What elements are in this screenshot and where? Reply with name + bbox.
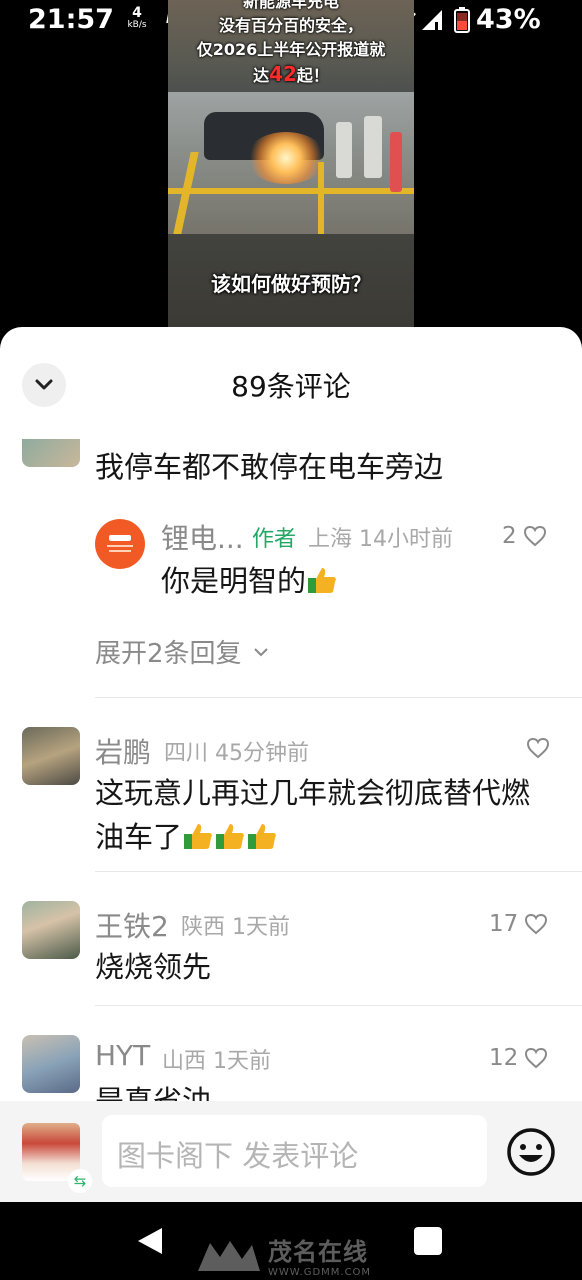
watermark-url: WWW.GDMM.COM: [268, 1267, 372, 1278]
comment-text-line1: 这玩意儿再过几年就会彻底替代燃: [95, 776, 531, 810]
swap-icon[interactable]: ⇆: [68, 1169, 92, 1193]
comment-text-line2: 油车了: [95, 815, 530, 859]
comment-text: 烧烧领先: [95, 950, 212, 984]
avatar[interactable]: [22, 727, 80, 785]
like-count: 17: [489, 911, 519, 937]
like-count: 12: [489, 1045, 519, 1071]
like-button[interactable]: 17: [489, 911, 548, 937]
reply-text: 你是明智的: [161, 559, 338, 603]
comment-time: 45分钟前: [215, 741, 310, 766]
heart-icon: [523, 525, 546, 547]
heart-icon: [525, 913, 548, 935]
caption-prefix: 达: [253, 66, 270, 85]
comment-text: 我停车都不敢停在电车旁边: [95, 450, 444, 484]
recents-icon[interactable]: [414, 1227, 442, 1255]
reply-text-content: 你是明智的: [161, 564, 307, 598]
comments-sheet: 89条评论 我停车都不敢停在电车旁边 锂电... 作者 上海 14小时前 2 你…: [0, 327, 582, 1202]
comment-text-line2-content: 油车了: [95, 820, 183, 854]
video-caption-bottom: 该如何做好预防？: [211, 272, 371, 296]
comment-input-bar: ⇆ 图卡阁下 发表评论: [0, 1101, 582, 1202]
logo-icon: [107, 535, 133, 552]
comments-count-title: 89条评论: [231, 370, 351, 403]
battery-percent: 43%: [476, 4, 541, 35]
like-count: 2: [502, 523, 517, 549]
comment-input[interactable]: 图卡阁下 发表评论: [102, 1115, 487, 1187]
video-caption-line1: 新能源车充电: [242, 0, 339, 11]
comment-meta: 四川 45分钟前: [164, 735, 309, 767]
like-button[interactable]: 2: [502, 523, 547, 549]
comment-text: 是真省油: [95, 1084, 212, 1101]
caption-suffix: 起！: [296, 66, 329, 85]
comment-location: 上海: [308, 527, 353, 552]
expand-replies-button[interactable]: 展开2条回复: [95, 633, 270, 670]
avatar[interactable]: [22, 1035, 80, 1093]
network-speed: 4 kB/s: [124, 6, 150, 30]
caption-highlight-number: 42: [269, 62, 297, 86]
system-nav-bar: 茂名在线 WWW.GDMM.COM: [0, 1202, 582, 1280]
comment-location: 陕西: [181, 915, 226, 940]
video-preview[interactable]: 新能源车充电 没有百分百的安全， 仅2026上半年公开报道就 达42起！ 该如何…: [168, 0, 414, 330]
watermark: 茂名在线 WWW.GDMM.COM: [196, 1232, 371, 1278]
divider: [95, 697, 582, 698]
back-icon[interactable]: [136, 1226, 164, 1256]
smile-icon[interactable]: [506, 1127, 556, 1177]
comment-username[interactable]: HYT: [95, 1039, 150, 1072]
author-avatar[interactable]: [95, 519, 145, 569]
video-caption-line3: 仅2026上半年公开报道就: [196, 40, 386, 59]
video-caption-line4: 达42起！: [168, 62, 414, 88]
comment-meta: 山西 1天前: [162, 1043, 271, 1075]
heart-icon: [526, 737, 550, 759]
expand-replies-label: 展开2条回复: [95, 639, 242, 669]
watermark-logo-icon: [198, 1241, 260, 1271]
divider: [95, 871, 582, 872]
thumbs-up-emoji: [308, 568, 336, 593]
heart-icon: [525, 1047, 548, 1069]
comment-time: 1天前: [232, 915, 291, 940]
comment-location: 四川: [164, 741, 209, 766]
watermark-title: 茂名在线: [268, 1238, 368, 1266]
thumbs-up-emoji: [184, 824, 212, 849]
thumbs-up-emoji: [248, 824, 276, 849]
like-button[interactable]: [526, 737, 550, 759]
comment-text: 这玩意儿再过几年就会彻底替代燃 油车了: [95, 771, 530, 859]
comment-list[interactable]: 我停车都不敢停在电车旁边 锂电... 作者 上海 14小时前 2 你是明智的 展…: [0, 439, 582, 1101]
status-time: 21:57: [28, 4, 114, 35]
divider: [95, 1005, 582, 1006]
comment-time: 14小时前: [359, 527, 454, 552]
comment-username[interactable]: 岩鹏: [95, 731, 151, 771]
comment-meta: 陕西 1天前: [181, 909, 290, 941]
chevron-down-icon: [253, 647, 268, 656]
fire: [246, 132, 326, 184]
like-button[interactable]: 12: [489, 1045, 548, 1071]
signal-icon: [422, 10, 442, 30]
battery-icon: [454, 7, 470, 33]
comment-time: 1天前: [213, 1049, 272, 1074]
avatar[interactable]: [22, 439, 80, 467]
network-speed-unit: kB/s: [127, 20, 147, 30]
author-tag: 作者: [252, 527, 297, 552]
comment-meta: 上海 14小时前: [308, 521, 453, 553]
video-caption-line2: 没有百分百的安全，: [218, 16, 363, 35]
comment-location: 山西: [162, 1049, 207, 1074]
comment-username[interactable]: 锂电...: [161, 517, 244, 557]
network-speed-value: 4: [132, 5, 142, 21]
thumbs-up-emoji: [216, 824, 244, 849]
comment-username[interactable]: 王铁2: [95, 905, 169, 945]
avatar[interactable]: [22, 901, 80, 959]
